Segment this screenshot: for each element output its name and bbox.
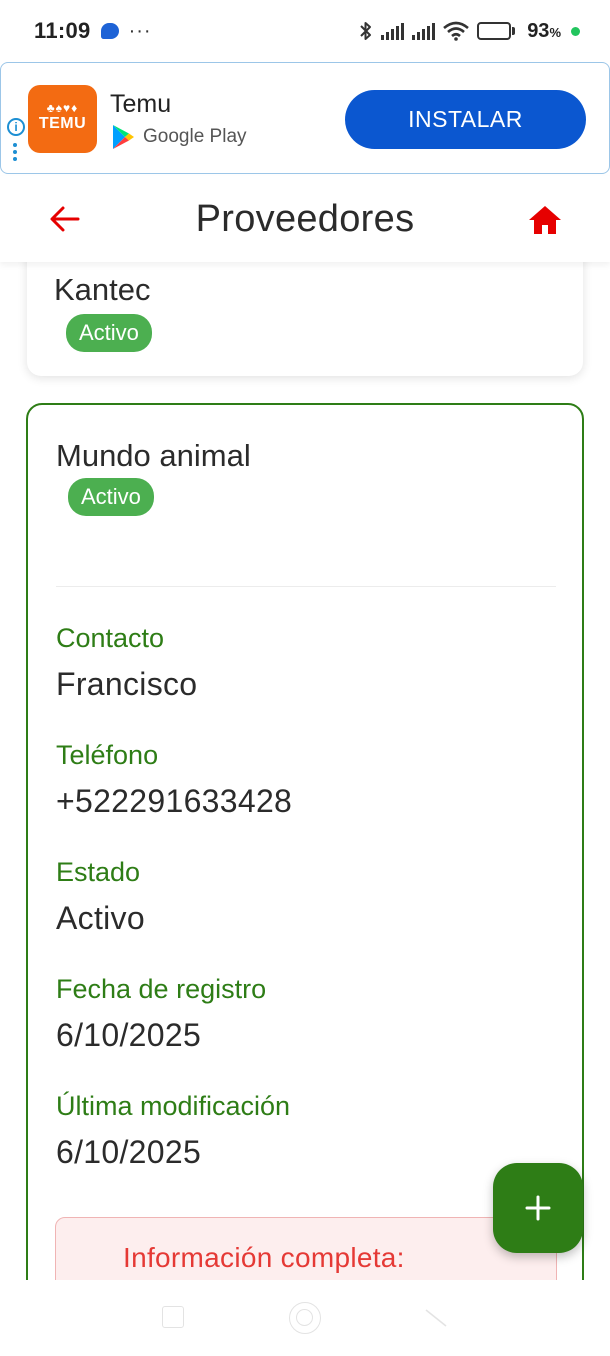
status-time: 11:09 <box>34 18 91 43</box>
field-label: Teléfono <box>56 740 159 770</box>
add-supplier-button[interactable] <box>493 1163 583 1253</box>
app-header: Proveedores <box>0 176 610 262</box>
status-bar: 11:09 ··· ⚡ 93% <box>0 0 610 62</box>
field-value: Activo <box>56 900 145 936</box>
supplier-name: Kantec <box>54 272 151 307</box>
signal-icon <box>381 22 405 40</box>
wifi-icon <box>443 21 470 41</box>
status-icons: ⚡ 93% <box>359 20 580 43</box>
battery-percent: 93% <box>527 19 561 42</box>
temu-logo[interactable]: ♣♠♥♦ TEMU <box>28 85 97 153</box>
chat-icon <box>100 23 119 39</box>
system-nav-bar <box>0 1280 610 1356</box>
phone-field: Teléfono +522291633428 <box>56 740 292 820</box>
privacy-indicator <box>571 26 580 36</box>
home-icon[interactable] <box>527 203 563 237</box>
plus-icon <box>525 1195 551 1221</box>
page-title: Proveedores <box>195 197 415 240</box>
temu-logo-text: TEMU <box>38 115 87 132</box>
state-field: Estado Activo <box>56 857 145 937</box>
recent-apps-icon[interactable] <box>162 1306 184 1328</box>
divider <box>56 586 556 587</box>
status-badge: Activo <box>66 314 152 352</box>
info-notice: Información completa: <box>55 1217 557 1280</box>
supplier-card-expanded[interactable]: Mundo animal Activo Contacto Francisco T… <box>26 403 584 1280</box>
modified-date-field: Última modificación 6/10/2025 <box>56 1091 290 1171</box>
temu-logo-glyphs: ♣♠♥♦ <box>46 101 79 115</box>
field-value: 6/10/2025 <box>56 1017 202 1053</box>
info-notice-title: Información completa: <box>123 1242 405 1273</box>
google-play-label: Google Play <box>111 124 247 150</box>
status-more-dots: ··· <box>128 19 152 42</box>
contact-field: Contacto Francisco <box>56 623 197 703</box>
signal-icon <box>412 22 436 40</box>
supplier-list[interactable]: Kantec Activo Mundo animal Activo Contac… <box>0 262 610 1280</box>
battery-icon: ⚡ <box>477 22 516 40</box>
google-play-icon <box>113 125 134 149</box>
arrow-left-icon[interactable] <box>48 202 82 236</box>
field-label: Fecha de registro <box>56 974 267 1004</box>
supplier-card[interactable]: Kantec Activo <box>27 262 583 376</box>
ad-banner[interactable]: i ♣♠♥♦ TEMU Temu Google Play INSTALAR <box>0 62 610 174</box>
field-value: +522291633428 <box>56 783 293 819</box>
field-value: 6/10/2025 <box>56 1134 202 1170</box>
status-badge: Activo <box>68 478 154 516</box>
ad-info-icon[interactable]: i <box>7 118 25 136</box>
bluetooth-icon <box>359 21 373 41</box>
field-label: Contacto <box>56 623 165 653</box>
back-triangle-icon[interactable] <box>424 1306 448 1330</box>
field-value: Francisco <box>56 666 198 702</box>
install-button[interactable]: INSTALAR <box>345 90 586 149</box>
ad-options-icon[interactable] <box>13 143 17 164</box>
supplier-name: Mundo animal <box>56 438 251 473</box>
field-label: Estado <box>56 857 141 887</box>
registered-date-field: Fecha de registro 6/10/2025 <box>56 974 266 1054</box>
ad-app-name[interactable]: Temu <box>110 90 171 119</box>
field-label: Última modificación <box>56 1091 291 1121</box>
home-circle-icon[interactable] <box>289 1302 321 1334</box>
